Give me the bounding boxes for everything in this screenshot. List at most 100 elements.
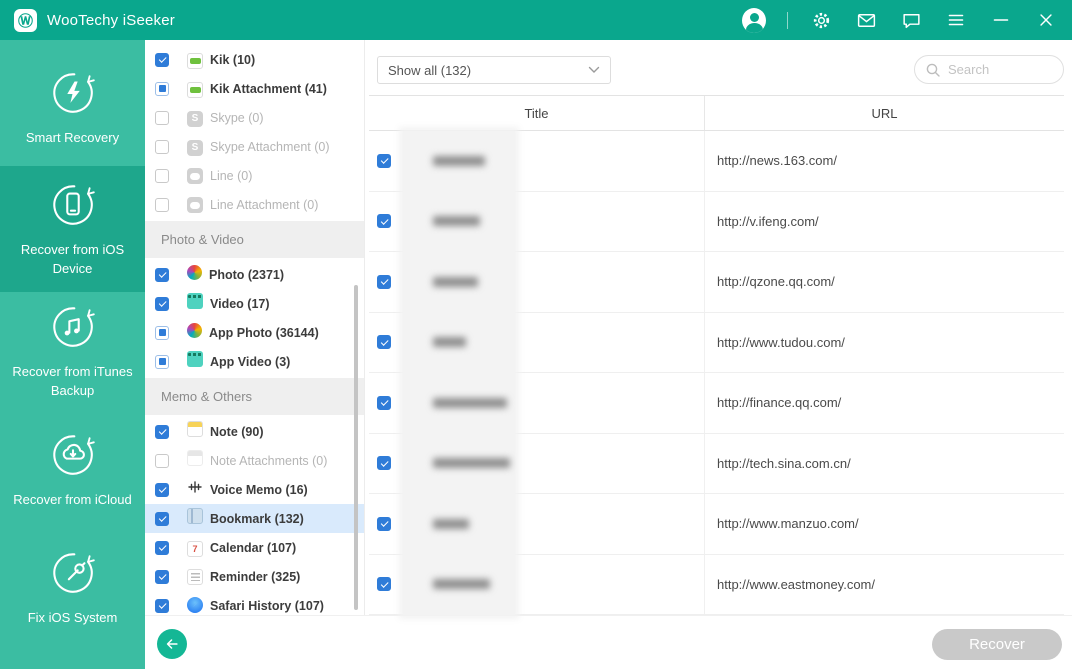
- data-type-line-attachment[interactable]: Line Attachment (0): [145, 190, 364, 219]
- sidebar-item-recover-from-itunes-backup[interactable]: Recover from iTunes Backup: [0, 292, 145, 410]
- sidebar-item-fix-ios-system[interactable]: Fix iOS System: [0, 528, 145, 646]
- row-url: http://tech.sina.com.cn/: [717, 455, 851, 471]
- note-icon: [169, 450, 203, 471]
- data-type-voice-memo[interactable]: Voice Memo (16): [145, 475, 364, 504]
- data-type-photo[interactable]: Photo (2371): [145, 260, 364, 289]
- data-type-skype-attachment[interactable]: S Skype Attachment (0): [145, 132, 364, 161]
- data-type-label: Skype (0): [210, 110, 264, 125]
- checkbox-checked[interactable]: [377, 577, 391, 592]
- checkbox-unchecked[interactable]: [155, 168, 169, 183]
- data-type-kik-attachment[interactable]: Kik Attachment (41): [145, 74, 364, 103]
- search-input[interactable]: [948, 62, 1048, 77]
- recover-button[interactable]: Recover: [932, 629, 1062, 660]
- checkbox-checked[interactable]: [155, 569, 169, 584]
- checkbox-checked[interactable]: [377, 214, 391, 229]
- sidebar-item-recover-from-icloud[interactable]: Recover from iCloud: [0, 410, 145, 528]
- sidebar-item-smart-recovery[interactable]: Smart Recovery: [0, 48, 145, 166]
- arrow-left-icon: [166, 639, 178, 649]
- back-button[interactable]: [157, 629, 187, 659]
- checkbox-checked[interactable]: [377, 456, 391, 471]
- checkbox-unchecked[interactable]: [155, 453, 169, 468]
- scrollbar[interactable]: [354, 285, 358, 610]
- checkbox-checked[interactable]: [377, 395, 391, 410]
- data-type-bookmark[interactable]: Bookmark (132): [145, 504, 364, 533]
- checkbox-checked[interactable]: [155, 598, 169, 613]
- data-type-label: App Video (3): [210, 354, 291, 369]
- row-url: http://news.163.com/: [717, 153, 837, 169]
- data-type-panel: Kik (10) Kik Attachment (41) S Skype (0) S Sk…: [145, 40, 364, 615]
- voice-memo-icon: [169, 479, 203, 500]
- checkbox-indeterminate[interactable]: [155, 354, 169, 369]
- footer-bar: Recover: [145, 615, 1072, 669]
- section-header-memo-others: Memo & Others: [145, 378, 364, 415]
- show-all-dropdown-value: Show all (132): [388, 62, 472, 78]
- section-header-label: Memo & Others: [161, 389, 253, 404]
- data-type-label: Kik Attachment (41): [210, 81, 327, 96]
- sidebar-item-label: Fix iOS System: [27, 609, 118, 625]
- sidebar-item-recover-from-ios-device[interactable]: Recover from iOS Device: [0, 166, 145, 292]
- results-panel: Show all (132) Title URL http://news.163…: [364, 40, 1072, 615]
- checkbox-unchecked[interactable]: [155, 110, 169, 125]
- sidebar-item-label: Recover from iOS Device: [20, 242, 125, 276]
- checkbox-checked[interactable]: [377, 516, 391, 531]
- checkbox-checked[interactable]: [377, 153, 391, 168]
- checkbox-checked[interactable]: [155, 540, 169, 555]
- section-header-label: Photo & Video: [161, 232, 244, 247]
- menu-icon[interactable]: [944, 8, 968, 32]
- mail-icon[interactable]: [854, 8, 878, 32]
- close-icon[interactable]: [1034, 8, 1058, 32]
- data-type-kik[interactable]: Kik (10): [145, 45, 364, 74]
- data-type-app-photo[interactable]: App Photo (36144): [145, 318, 364, 347]
- checkbox-unchecked[interactable]: [155, 197, 169, 212]
- cloud-download-icon: [47, 429, 99, 481]
- checkbox-indeterminate[interactable]: [155, 81, 169, 96]
- data-type-note-attachments[interactable]: Note Attachments (0): [145, 446, 364, 475]
- redaction-blur: [403, 131, 515, 615]
- checkbox-checked[interactable]: [155, 424, 169, 439]
- data-type-app-video[interactable]: App Video (3): [145, 347, 364, 376]
- data-type-calendar[interactable]: 7 Calendar (107): [145, 533, 364, 562]
- checkbox-checked[interactable]: [377, 335, 391, 350]
- user-account-icon: [742, 7, 766, 33]
- data-type-label: Line Attachment (0): [210, 197, 319, 212]
- row-url: http://www.manzuo.com/: [717, 516, 859, 532]
- data-type-skype[interactable]: S Skype (0): [145, 103, 364, 132]
- feedback-chat-icon[interactable]: [899, 8, 923, 32]
- show-all-dropdown[interactable]: Show all (132): [377, 56, 611, 84]
- row-url: http://qzone.qq.com/: [717, 274, 835, 290]
- column-header-title: Title: [369, 96, 705, 130]
- checkbox-unchecked[interactable]: [155, 139, 169, 154]
- results-table: Title URL http://news.163.com/http://v.i…: [369, 95, 1064, 615]
- data-type-list: Kik (10) Kik Attachment (41) S Skype (0) S Sk…: [145, 45, 364, 615]
- column-header-url: URL: [871, 105, 898, 121]
- checkbox-checked[interactable]: [377, 274, 391, 289]
- checkbox-checked[interactable]: [155, 296, 169, 311]
- data-type-label: Bookmark (132): [210, 511, 304, 526]
- data-type-reminder[interactable]: Reminder (325): [145, 562, 364, 591]
- checkbox-checked[interactable]: [155, 511, 169, 526]
- sidebar-item-label: Recover from iCloud: [13, 491, 132, 507]
- data-type-safari-history[interactable]: Safari History (107): [145, 591, 364, 615]
- minimize-icon[interactable]: [989, 8, 1013, 32]
- sidebar-item-label: Recover from iTunes Backup: [12, 364, 133, 398]
- checkbox-checked[interactable]: [155, 52, 169, 67]
- safari-icon: [169, 597, 203, 615]
- line-icon: [169, 196, 203, 214]
- bookmark-icon: [169, 508, 203, 529]
- settings-gear-icon[interactable]: [809, 8, 833, 32]
- checkbox-checked[interactable]: [155, 267, 169, 282]
- data-type-label: Safari History (107): [210, 598, 324, 613]
- titlebar: Ⓦ WooTechy iSeeker: [0, 0, 1072, 40]
- user-account-icon[interactable]: [742, 7, 766, 33]
- sidebar: Smart Recovery Recover from iOS Device Rec…: [0, 40, 145, 669]
- skype-icon: S: [169, 108, 203, 127]
- data-type-video[interactable]: Video (17): [145, 289, 364, 318]
- data-type-note[interactable]: Note (90): [145, 417, 364, 446]
- sidebar-item-label: Smart Recovery: [25, 129, 120, 145]
- data-type-label: Skype Attachment (0): [210, 139, 330, 154]
- data-type-line[interactable]: Line (0): [145, 161, 364, 190]
- search-box[interactable]: [914, 55, 1064, 84]
- checkbox-indeterminate[interactable]: [155, 325, 169, 340]
- data-type-label: Reminder (325): [210, 569, 301, 584]
- checkbox-checked[interactable]: [155, 482, 169, 497]
